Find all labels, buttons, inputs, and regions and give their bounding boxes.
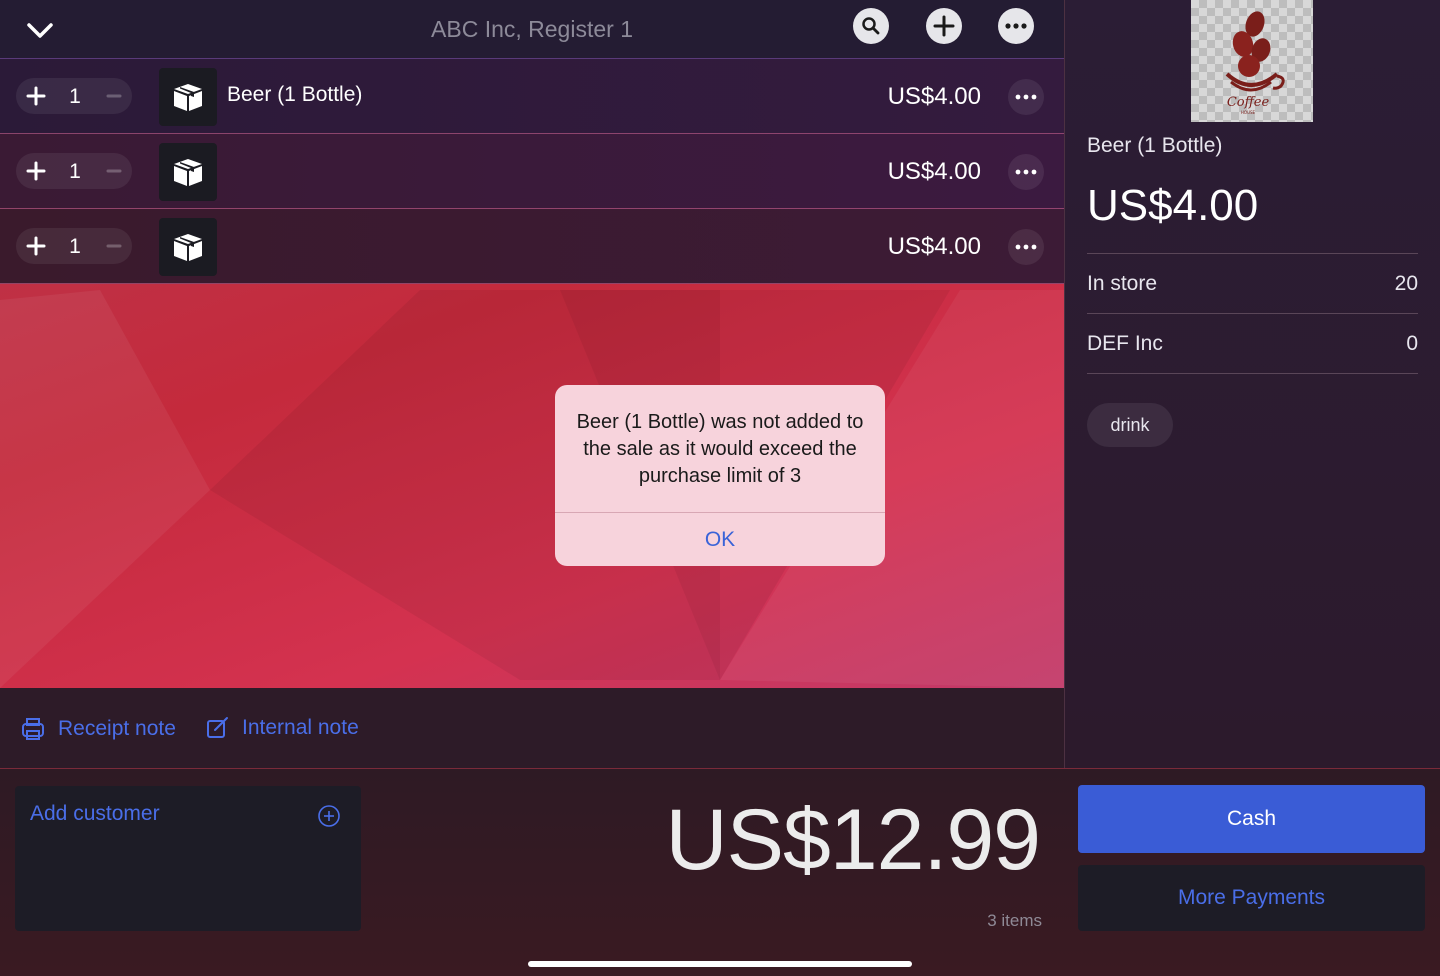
product-image: Coffee HOUSE [1191,0,1313,122]
item-count: 3 items [987,911,1042,930]
alert-ok-button[interactable]: OK [555,513,885,566]
receipt-note-link[interactable]: Receipt note [20,716,176,742]
search-button[interactable] [853,8,889,44]
line-options-button[interactable] [1008,79,1044,115]
product-tag[interactable]: drink [1087,403,1173,447]
cart-line-item[interactable]: 1 Beer (1 Bottle) US$4.00 [0,59,1064,134]
quantity-stepper: 1 [16,228,132,264]
line-options-button[interactable] [1008,154,1044,190]
more-payments-button[interactable]: More Payments [1078,865,1425,931]
stock-location: In store [1087,272,1158,295]
ellipsis-icon [1015,169,1037,175]
register-title: ABC Inc, Register 1 [431,16,633,42]
stock-location: DEF Inc [1087,332,1163,355]
search-icon [862,17,880,35]
add-circle-icon[interactable] [317,804,341,828]
box-icon [174,234,202,261]
quantity-stepper: 1 [16,78,132,114]
line-price: US$4.00 [887,158,981,185]
line-options-button[interactable] [1008,229,1044,265]
home-indicator[interactable] [528,961,912,967]
sale-total: US$12.99 [665,792,1041,888]
decrement-icon[interactable] [104,161,124,181]
box-icon [174,159,202,186]
plus-icon [933,15,955,37]
product-detail-panel: Coffee HOUSE Beer (1 Bottle) US$4.00 In … [1065,0,1440,768]
coffee-logo-icon: Coffee HOUSE [1225,11,1285,115]
checkout-bar: Add customer US$12.99 3 items Cash More … [0,768,1440,976]
quantity-stepper: 1 [16,153,132,189]
logo-text: Coffee [1227,95,1270,110]
more-options-button[interactable] [998,8,1034,44]
box-icon [174,84,202,111]
stock-row: DEF Inc 0 [1087,332,1418,356]
quantity-value: 1 [69,85,81,108]
divider [1087,373,1418,374]
edit-icon [207,717,228,738]
increment-icon[interactable] [26,86,46,106]
stock-count: 20 [1394,272,1418,295]
add-customer-card[interactable]: Add customer [15,786,361,931]
ellipsis-icon [1005,23,1027,29]
cart-line-item[interactable]: 1 US$4.00 [0,209,1064,284]
add-item-button[interactable] [926,8,962,44]
purchase-limit-alert: Beer (1 Bottle) was not added to the sal… [555,385,885,566]
quantity-value: 1 [69,235,81,258]
receipt-note-label: Receipt note [58,717,176,740]
cart-panel: ABC Inc, Register 1 1 Beer (1 Bottle) US… [0,0,1064,768]
alert-message: Beer (1 Bottle) was not added to the sal… [576,411,864,487]
notes-bar: Receipt note Internal note [0,688,1064,768]
top-bar: ABC Inc, Register 1 [0,0,1064,59]
add-customer-label: Add customer [30,802,160,825]
ellipsis-icon [1015,94,1037,100]
line-price: US$4.00 [887,83,981,110]
divider [1087,253,1418,254]
internal-note-label: Internal note [242,716,359,739]
cart-line-item[interactable]: 1 US$4.00 [0,134,1064,209]
product-thumbnail [159,218,217,276]
internal-note-link[interactable]: Internal note [206,716,359,740]
printer-icon [22,718,44,740]
stock-count: 0 [1406,332,1418,355]
ellipsis-icon [1015,244,1037,250]
decrement-icon[interactable] [104,236,124,256]
decrement-icon[interactable] [104,86,124,106]
product-thumbnail [159,68,217,126]
stock-row: In store 20 [1087,272,1418,296]
divider [1087,313,1418,314]
increment-icon[interactable] [26,236,46,256]
line-price: US$4.00 [887,233,981,260]
cash-button[interactable]: Cash [1078,785,1425,853]
product-name: Beer (1 Bottle) [227,83,363,106]
quantity-value: 1 [69,160,81,183]
detail-product-name: Beer (1 Bottle) [1087,134,1223,157]
detail-price: US$4.00 [1087,181,1259,230]
logo-subtext: HOUSE [1241,110,1256,115]
increment-icon[interactable] [26,161,46,181]
product-thumbnail [159,143,217,201]
